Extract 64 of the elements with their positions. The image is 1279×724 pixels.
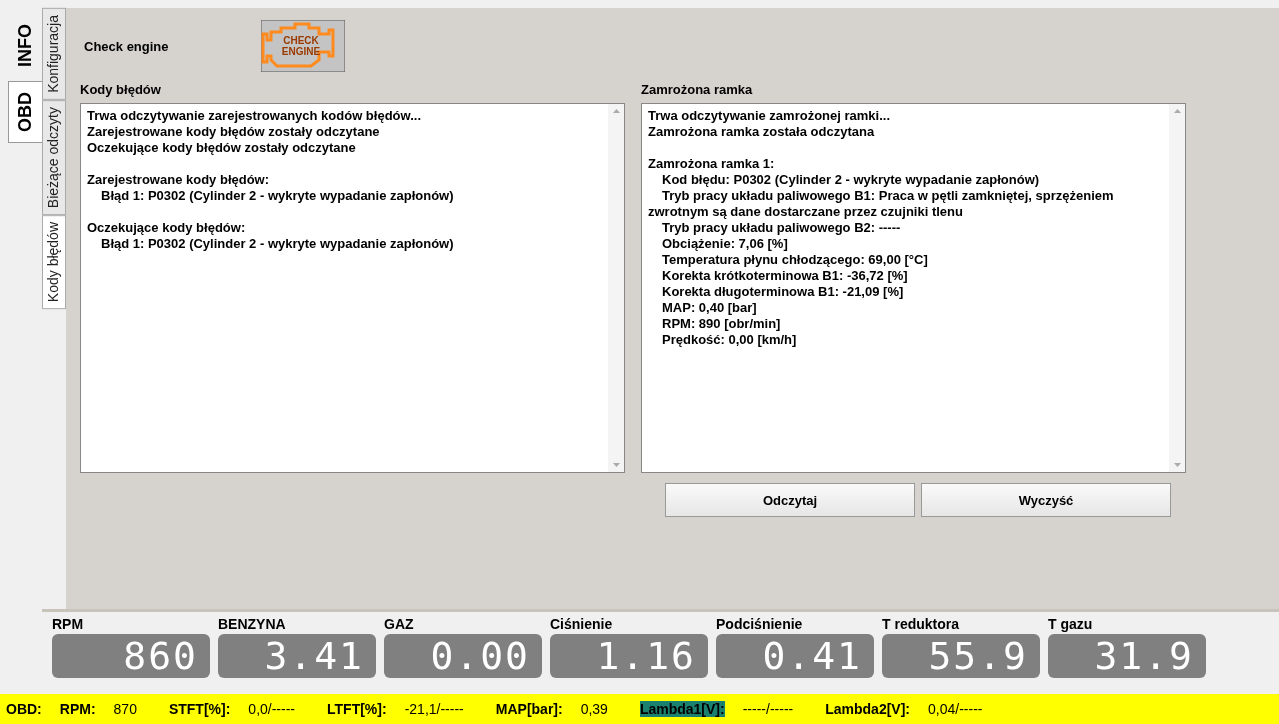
log-line: RPM: 890 [obr/min]: [661, 316, 782, 332]
status-value: 0,39: [580, 701, 608, 717]
gauge-display: 55.9: [882, 634, 1040, 678]
action-button[interactable]: Odczytaj: [665, 483, 915, 517]
gauge-display: 0.00: [384, 634, 542, 678]
gauge-label: T reduktora: [882, 616, 960, 634]
log-line: Trwa odczytywanie zarejestrowanych kodów błędów...: [87, 108, 422, 124]
log-line: Obciążenie: 7,06 [%]: [661, 236, 789, 252]
gauge-label: Ciśnienie: [550, 616, 614, 634]
log-line: Tryb pracy układu paliwowego B1: Praca w pętli zamkniętej, sprzężeniem zwrotnym są dane dostarczane przez czujniki tlenu: [648, 188, 1115, 220]
gauge-display: 860: [52, 634, 210, 678]
scroll-up-icon[interactable]: [612, 109, 620, 113]
status-value: 0,04/-----: [928, 701, 983, 717]
log-line: Błąd 1: P0302 (Cylinder 2 - wykryte wypadanie zapłonów): [100, 236, 455, 252]
status-label: MAP[bar]:: [495, 701, 563, 717]
status-label: RPM:: [59, 701, 96, 717]
log-line: Kod błędu: P0302 (Cylinder 2 - wykryte wypadanie zapłonów): [661, 172, 1041, 188]
gauge-display: 1.16: [550, 634, 708, 678]
side-tab[interactable]: Bieżące odczyty: [42, 99, 66, 215]
side-tab[interactable]: OBD: [8, 81, 42, 143]
log-line: Zamrożona ramka została odczytana: [648, 124, 876, 140]
check-engine-icon: CHECK ENGINE: [260, 20, 345, 72]
log-line: Tryb pracy układu paliwowego B2: -----: [661, 220, 902, 236]
scroll-up-icon[interactable]: [1173, 109, 1181, 113]
freeze-frame-box[interactable]: [641, 103, 1186, 473]
scroll-down-icon[interactable]: [612, 463, 620, 467]
status-value: 870: [113, 701, 137, 717]
gauge-label: BENZYNA: [218, 616, 287, 634]
status-value: -21,1/-----: [404, 701, 464, 717]
log-line: Zarejestrowane kody błędów zostały odczytane: [87, 124, 381, 140]
status-value: -----/-----: [742, 701, 794, 717]
log-line: Błąd 1: P0302 (Cylinder 2 - wykryte wypadanie zapłonów): [100, 188, 455, 204]
log-line: MAP: 0,40 [bar]: [661, 300, 758, 316]
log-line: Prędkość: 0,00 [km/h]: [661, 332, 798, 348]
log-line: Zarejestrowane kody błędów:: [87, 172, 271, 188]
section-title: Zamrożona ramka: [641, 82, 754, 97]
log-line: Zamrożona ramka 1:: [648, 156, 776, 172]
log-line: Korekta krótkoterminowa B1: -36,72 [%]: [661, 268, 909, 284]
gauge-label: Podciśnienie: [716, 616, 804, 634]
status-label: LTFT[%]:: [327, 701, 387, 717]
check-engine-label: Check engine: [84, 38, 169, 54]
status-label: Lambda2[V]:: [825, 701, 910, 717]
side-tab[interactable]: INFO: [9, 14, 42, 77]
log-line: Trwa odczytywanie zamrożonej ramki...: [648, 108, 892, 124]
log-line: Oczekujące kody błędów:: [87, 220, 247, 236]
gauge-label: GAZ: [384, 616, 415, 634]
section-title: Kody błędów: [80, 82, 162, 97]
status-label: STFT[%]:: [168, 701, 231, 717]
scroll-down-icon[interactable]: [1173, 463, 1181, 467]
error-codes-box[interactable]: [80, 103, 625, 473]
log-line: Korekta długoterminowa B1: -21,09 [%]: [661, 284, 905, 300]
action-button[interactable]: Wyczyść: [921, 483, 1171, 517]
gauge-label: RPM: [52, 616, 85, 634]
gauge-display: 0.41: [716, 634, 874, 678]
log-line: Oczekujące kody błędów zostały odczytane: [87, 140, 357, 156]
log-line: Temperatura płynu chłodzącego: 69,00 [°C]: [661, 252, 929, 268]
gauge-display: 3.41: [218, 634, 376, 678]
status-value: 0,0/-----: [248, 701, 296, 717]
gauge-display: 31.9: [1048, 634, 1206, 678]
gauge-label: T gazu: [1048, 616, 1094, 634]
side-tab[interactable]: Kody błędów: [42, 215, 66, 310]
status-title: OBD:: [6, 701, 42, 717]
status-label: Lambda1[V]:: [639, 701, 725, 717]
side-tab[interactable]: Konfiguracja: [42, 8, 66, 100]
